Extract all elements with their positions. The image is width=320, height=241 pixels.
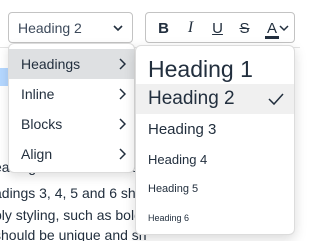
chevron-right-icon xyxy=(119,148,126,160)
bold-button[interactable]: B xyxy=(150,15,177,41)
submenu-item-heading-4[interactable]: Heading 4 xyxy=(136,144,294,174)
formats-menu: Headings Inline Blocks Align xyxy=(8,43,135,173)
headings-submenu: Heading 1 Heading 2 Heading 3 Heading 4 … xyxy=(135,45,295,235)
text-color-swatch xyxy=(265,36,279,39)
submenu-item-label: Heading 6 xyxy=(148,212,190,223)
submenu-item-label: Heading 1 xyxy=(148,55,253,82)
submenu-item-heading-6[interactable]: Heading 6 xyxy=(136,203,294,232)
menu-item-label: Align xyxy=(21,146,53,162)
menu-item-inline[interactable]: Inline xyxy=(9,79,134,109)
submenu-item-heading-5[interactable]: Heading 5 xyxy=(136,174,294,203)
chevron-right-icon xyxy=(119,58,126,70)
editor-toolbar: Heading 2 B I U S A xyxy=(0,0,300,48)
menu-item-label: Blocks xyxy=(21,116,63,132)
bold-icon: B xyxy=(158,19,169,37)
strikethrough-button[interactable]: S xyxy=(231,15,258,41)
underline-icon: U xyxy=(212,19,223,37)
submenu-item-label: Heading 2 xyxy=(148,88,235,109)
chevron-right-icon xyxy=(119,88,126,100)
submenu-item-label: Heading 4 xyxy=(148,151,208,167)
submenu-item-heading-2[interactable]: Heading 2 xyxy=(136,84,294,114)
chevron-right-icon xyxy=(119,118,126,130)
menu-item-label: Headings xyxy=(21,56,81,72)
format-button-group: B I U S A xyxy=(145,12,295,43)
underline-button[interactable]: U xyxy=(204,15,231,41)
strikethrough-icon: S xyxy=(239,19,250,37)
menu-item-blocks[interactable]: Blocks xyxy=(9,109,134,139)
submenu-item-label: Heading 3 xyxy=(148,120,217,138)
text-color-letter: A xyxy=(266,19,277,37)
text-color-icon: A xyxy=(265,20,279,37)
menu-item-label: Inline xyxy=(21,86,55,102)
chevron-down-icon xyxy=(279,25,289,32)
italic-icon: I xyxy=(187,19,194,36)
blocks-select-value: Heading 2 xyxy=(18,19,82,36)
editor-text-line: adings 3, 4, 5 and 6 shou xyxy=(0,185,152,201)
checkmark-icon xyxy=(268,93,284,106)
blocks-select[interactable]: Heading 2 xyxy=(8,12,133,43)
italic-button[interactable]: I xyxy=(177,15,204,41)
editor-text-line: ply styling, such as bold xyxy=(0,207,142,223)
submenu-item-label: Heading 5 xyxy=(148,182,199,195)
menu-item-headings[interactable]: Headings xyxy=(9,49,134,79)
submenu-item-heading-1[interactable]: Heading 1 xyxy=(136,54,294,84)
submenu-item-heading-3[interactable]: Heading 3 xyxy=(136,114,294,144)
text-color-button[interactable]: A xyxy=(259,15,292,41)
editor-text-line: should be unique and sh xyxy=(0,227,147,241)
menu-item-align[interactable]: Align xyxy=(9,139,134,169)
chevron-down-icon xyxy=(113,25,123,32)
